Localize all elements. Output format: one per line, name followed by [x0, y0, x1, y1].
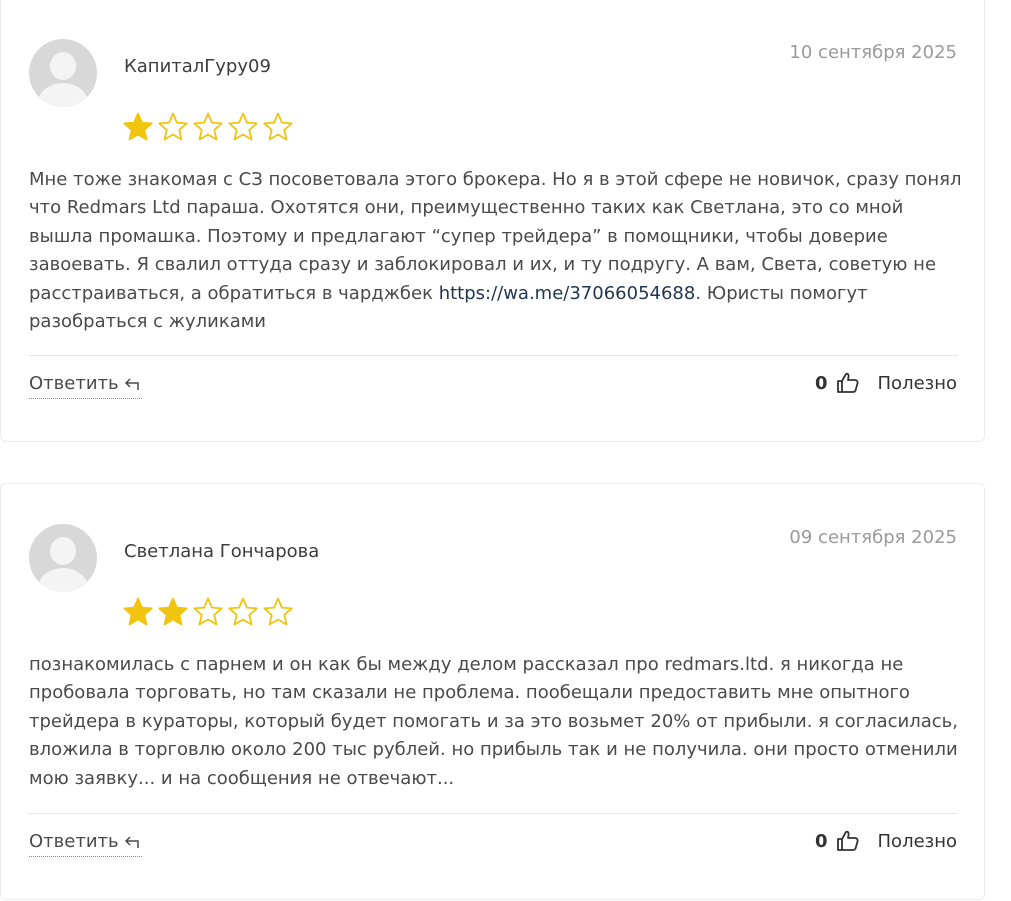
helpful-block: 0 Полезно [815, 371, 957, 395]
divider [29, 813, 958, 814]
star-empty-icon [193, 597, 223, 626]
star-empty-icon [263, 597, 293, 626]
reply-arrow-icon [124, 377, 139, 390]
helpful-count: 0 [814, 372, 828, 394]
review-text-part: познакомилась с парнем и он как бы между… [29, 654, 958, 789]
helpful-count: 0 [814, 830, 828, 852]
review-date: 09 сентября 2025 [789, 527, 957, 548]
helpful-block: 0 Полезно [815, 829, 957, 853]
star-rating [122, 596, 294, 628]
star-empty-icon [228, 597, 258, 626]
star-empty-icon [193, 112, 223, 141]
star-filled-icon [123, 597, 153, 626]
divider [29, 355, 958, 356]
star-empty-icon [263, 112, 293, 141]
review-author: Светлана Гончарова [124, 541, 320, 562]
review-author: КапиталГуру09 [124, 56, 271, 77]
reply-arrow-icon [124, 835, 139, 848]
avatar-user-placeholder-icon [29, 39, 97, 107]
thumbs-up-icon[interactable] [836, 829, 860, 853]
reply-label: Ответить [29, 831, 119, 852]
star-rating [122, 111, 294, 143]
star-empty-icon [228, 112, 258, 141]
review-card: Светлана Гончарова 09 сентября 2025 позн… [0, 483, 985, 900]
star-empty-icon [158, 112, 188, 141]
avatar-user-placeholder-icon [29, 524, 97, 592]
helpful-label[interactable]: Полезно [878, 831, 957, 852]
review-card: КапиталГуру09 10 сентября 2025 Мне тоже … [0, 0, 985, 442]
reply-label: Ответить [29, 373, 119, 394]
review-text: познакомилась с парнем и он как бы между… [29, 651, 964, 793]
chargeback-link[interactable]: https://wa.me/37066054688 [439, 283, 696, 304]
review-date: 10 сентября 2025 [789, 42, 957, 63]
reply-button[interactable]: Ответить [29, 831, 142, 857]
star-filled-icon [123, 112, 153, 141]
reply-button[interactable]: Ответить [29, 373, 142, 399]
review-text: Мне тоже знакомая с СЗ посоветовала этог… [29, 166, 964, 336]
helpful-label[interactable]: Полезно [878, 373, 957, 394]
star-filled-icon [158, 597, 188, 626]
thumbs-up-icon[interactable] [836, 371, 860, 395]
